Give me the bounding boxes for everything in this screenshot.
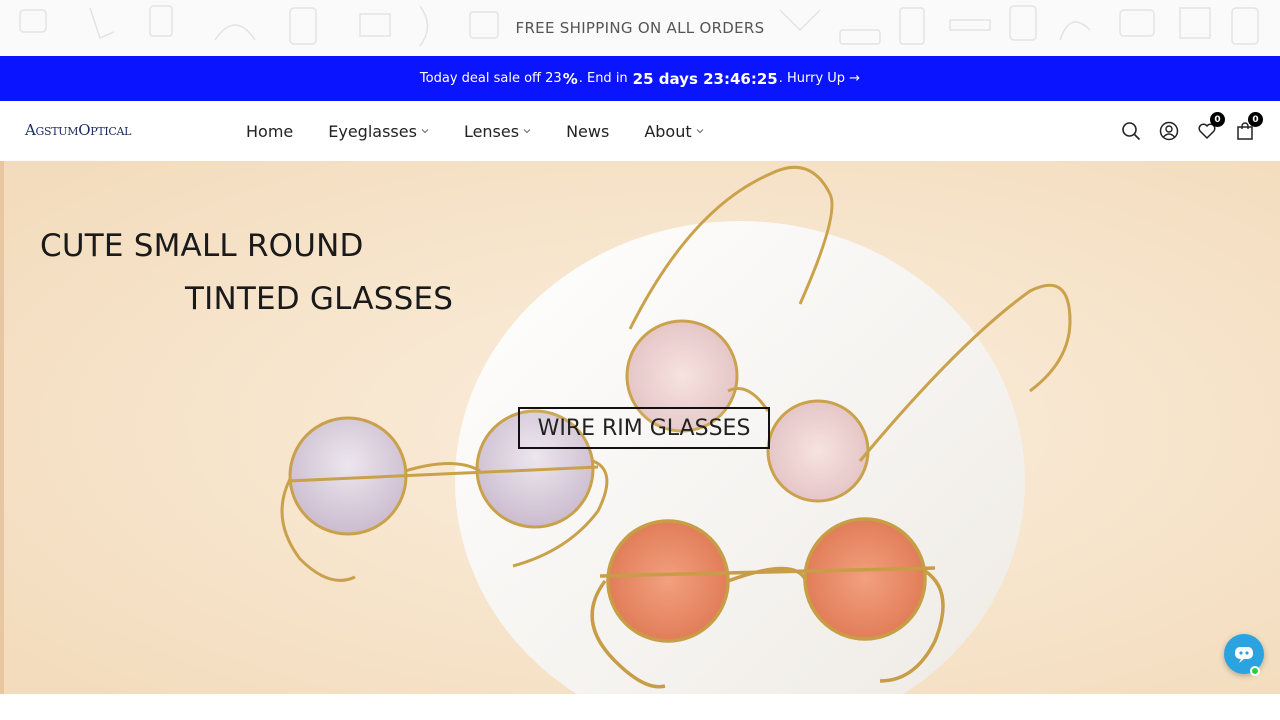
deal-countdown: 25 days 23:46:25 [632,69,778,88]
wishlist-count-badge: 0 [1210,112,1225,127]
nav-news[interactable]: News [566,122,609,141]
nav-about[interactable]: About [644,122,703,141]
cart-count-badge: 0 [1248,112,1263,127]
nav-about-label: About [644,121,692,141]
chevron-down-icon [523,129,531,134]
user-icon [1159,121,1179,141]
nav-news-label: News [566,121,610,141]
logo[interactable]: AgstumOptical [25,121,131,139]
nav-eyeglasses[interactable]: Eyeglasses [328,122,429,141]
online-status-dot [1250,666,1260,676]
nav-home[interactable]: Home [246,122,293,141]
search-button[interactable] [1120,120,1142,142]
cart-button[interactable]: 0 [1234,112,1263,142]
deal-end-label: . End in [578,71,628,86]
deal-prefix: Today deal sale off 23 [419,71,562,86]
deal-bar[interactable]: Today deal sale off 23%. End in 25 days 2… [0,56,1280,101]
free-shipping-text: FREE SHIPPING ON ALL ORDERS [515,19,765,37]
header-icons: 0 0 [1104,101,1263,161]
site-header: AgstumOptical Home Eyeglasses Lenses New… [0,101,1280,161]
deal-hurry: . Hurry Up → [778,71,861,86]
search-icon [1122,122,1141,141]
chat-widget-button[interactable] [1224,634,1264,676]
hero-heading-line2: TINTED GLASSES [185,281,454,317]
hero-heading-line1: CUTE SMALL ROUND [40,228,364,264]
announcement-bar: FREE SHIPPING ON ALL ORDERS [0,0,1280,56]
hero-banner[interactable]: CUTE SMALL ROUND TINTED GLASSES WIRE RIM… [0,161,1280,694]
nav-home-label: Home [246,121,294,141]
wishlist-button[interactable]: 0 [1196,112,1225,142]
chevron-down-icon [696,129,703,134]
main-nav: Home Eyeglasses Lenses News About [246,101,739,161]
deal-percent: % [562,69,578,88]
nav-lenses[interactable]: Lenses [464,122,531,141]
chevron-down-icon [421,129,429,134]
wire-rim-glasses-button[interactable]: WIRE RIM GLASSES [518,407,770,449]
chat-icon [1235,647,1253,663]
nav-lenses-label: Lenses [463,121,520,141]
nav-eyeglasses-label: Eyeglasses [328,121,417,141]
account-button[interactable] [1158,120,1180,142]
